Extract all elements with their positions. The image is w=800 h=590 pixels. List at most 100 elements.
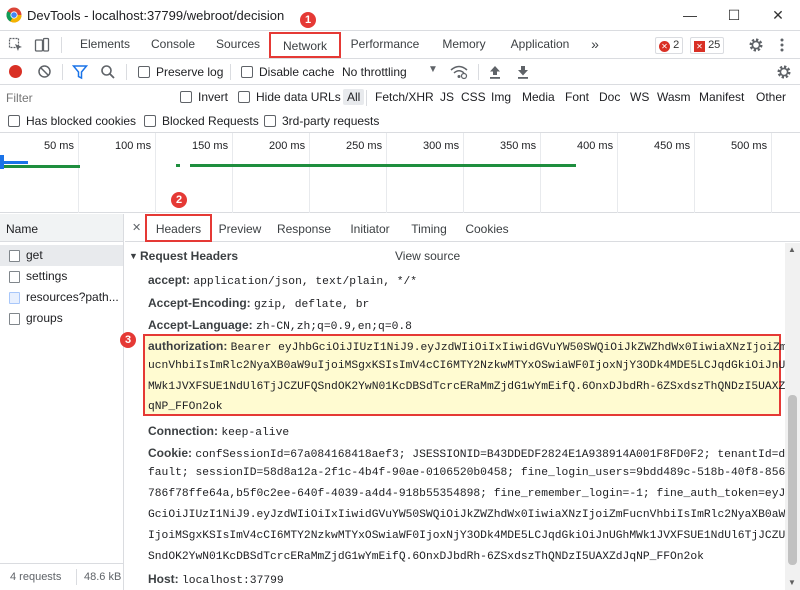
timeline-tick: 150 ms — [192, 140, 229, 152]
request-list-panel: Name get settings resources?path... grou… — [0, 214, 124, 590]
network-toolbar: Preserve log Disable cache No throttling… — [0, 59, 800, 85]
view-source-link[interactable]: View source — [395, 249, 460, 263]
preserve-log-checkbox[interactable] — [138, 66, 150, 78]
request-row-groups[interactable]: groups — [0, 308, 123, 329]
annotation-badge-1: 1 — [300, 12, 316, 28]
tab-elements[interactable]: Elements — [72, 31, 138, 58]
filter-type-all[interactable]: All — [343, 89, 365, 105]
timeline-gridline — [78, 133, 79, 213]
image-resource-icon — [9, 292, 20, 304]
clear-icon[interactable] — [37, 64, 52, 79]
has-blocked-cookies-checkbox[interactable] — [8, 115, 20, 127]
header-value: localhost:37799 — [182, 575, 284, 587]
network-overview-timeline[interactable]: 50 ms 100 ms 150 ms 200 ms 250 ms 300 ms… — [0, 133, 800, 213]
filter-type-img[interactable]: Img — [491, 90, 511, 104]
header-authorization: authorization: Bearer eyJhbGciOiJIUzI1Ni… — [148, 339, 785, 354]
blocked-requests-label: Blocked Requests — [162, 114, 259, 128]
header-connection: Connection: keep-alive — [148, 424, 289, 439]
tab-sources[interactable]: Sources — [208, 31, 268, 58]
tab-response[interactable]: Response — [275, 214, 333, 242]
document-icon — [9, 313, 20, 325]
throttling-select[interactable]: No throttling — [342, 65, 407, 79]
tab-performance[interactable]: Performance — [346, 31, 424, 58]
request-row-resources[interactable]: resources?path... — [0, 287, 123, 308]
record-icon[interactable] — [9, 65, 22, 78]
tab-cookies[interactable]: Cookies — [463, 214, 511, 242]
filter-type-css[interactable]: CSS — [461, 90, 486, 104]
blocked-requests-checkbox[interactable] — [144, 115, 156, 127]
filter-icon[interactable] — [72, 64, 88, 80]
filter-type-manifest[interactable]: Manifest — [699, 90, 744, 104]
header-value-continued: ucnVhbiIsImRlc2NyaXB0aW9uIjoiMSgxKSIsImV… — [148, 360, 785, 372]
invert-checkbox[interactable] — [180, 91, 192, 103]
annotation-badge-2: 2 — [171, 192, 187, 208]
third-party-checkbox[interactable] — [264, 115, 276, 127]
gear-icon[interactable] — [748, 37, 764, 53]
tab-memory[interactable]: Memory — [434, 31, 494, 58]
timeline-request-bar — [176, 164, 180, 167]
filter-type-wasm[interactable]: Wasm — [657, 90, 691, 104]
window-title: DevTools - localhost:37799/webroot/decis… — [27, 8, 285, 23]
filter-type-ws[interactable]: WS — [630, 90, 649, 104]
tab-console[interactable]: Console — [142, 31, 204, 58]
scroll-up-arrow-icon[interactable]: ▲ — [788, 245, 796, 254]
filter-type-js[interactable]: JS — [440, 90, 454, 104]
request-name: groups — [26, 311, 63, 325]
close-detail-icon[interactable]: ✕ — [132, 221, 141, 234]
kebab-menu-icon[interactable] — [774, 37, 790, 53]
tab-network[interactable]: Network — [269, 32, 341, 58]
toolbar-separator — [76, 569, 77, 585]
inspect-element-icon[interactable] — [8, 37, 24, 53]
network-conditions-icon[interactable] — [450, 64, 468, 80]
tab-headers[interactable]: Headers — [145, 214, 212, 242]
issue-flag-icon: ✕ — [694, 41, 705, 52]
chevron-down-icon[interactable]: ▼ — [428, 64, 438, 75]
tab-initiator[interactable]: Initiator — [345, 214, 395, 242]
search-icon[interactable] — [100, 64, 116, 80]
export-har-icon[interactable] — [516, 64, 530, 80]
header-name: authorization: — [148, 339, 228, 353]
warning-counter[interactable]: ✕ 25 — [690, 37, 725, 54]
import-har-icon[interactable] — [488, 64, 502, 80]
filter-type-other[interactable]: Other — [756, 90, 786, 104]
timeline-request-bar — [4, 165, 80, 168]
filter-type-media[interactable]: Media — [522, 90, 555, 104]
more-tabs-button[interactable]: » — [586, 31, 604, 58]
header-accept: accept: application/json, text/plain, */… — [148, 273, 417, 288]
hide-data-urls-label: Hide data URLs — [256, 90, 341, 104]
network-settings-gear-icon[interactable] — [776, 64, 792, 80]
tab-preview[interactable]: Preview — [215, 214, 265, 242]
maximize-button[interactable]: ☐ — [712, 0, 756, 30]
filter-type-fetch-xhr[interactable]: Fetch/XHR — [375, 90, 434, 104]
scrollbar-thumb[interactable] — [788, 395, 797, 565]
tab-application[interactable]: Application — [502, 31, 578, 58]
filter-type-doc[interactable]: Doc — [599, 90, 620, 104]
header-value-continued: qNP_FFOn2ok — [148, 401, 223, 413]
minimize-button[interactable]: — — [668, 0, 712, 30]
header-value-continued: 786f78ffe64a,b5f0c2ee-640f-4039-a4d4-918… — [148, 488, 785, 500]
hide-data-urls-checkbox[interactable] — [238, 91, 250, 103]
header-name: Cookie: — [148, 446, 193, 460]
request-row-get[interactable]: get — [0, 245, 123, 266]
tab-timing[interactable]: Timing — [407, 214, 451, 242]
device-toolbar-icon[interactable] — [34, 37, 50, 53]
header-host: Host: localhost:37799 — [148, 572, 284, 587]
scroll-down-arrow-icon[interactable]: ▼ — [788, 578, 796, 587]
request-row-settings[interactable]: settings — [0, 266, 123, 287]
request-headers-title[interactable]: Request Headers — [140, 249, 238, 263]
header-value: confSessionId=67a084168418aef3; JSESSION… — [195, 449, 785, 461]
timeline-tick: 500 ms — [731, 140, 768, 152]
error-counter[interactable]: ✕ 2 — [655, 37, 684, 54]
timeline-tick: 350 ms — [500, 140, 537, 152]
document-icon — [9, 250, 20, 262]
request-count: 4 requests — [10, 571, 62, 583]
third-party-label: 3rd-party requests — [282, 114, 380, 128]
filter-type-font[interactable]: Font — [565, 90, 589, 104]
disable-cache-checkbox[interactable] — [241, 66, 253, 78]
close-window-button[interactable]: ✕ — [756, 0, 800, 30]
request-summary-footer: 4 requests 48.6 kB — [0, 563, 123, 590]
name-column-header[interactable]: Name — [0, 214, 123, 242]
filter-input[interactable] — [0, 87, 168, 108]
collapse-triangle-icon[interactable]: ▼ — [129, 251, 138, 261]
chrome-logo-icon — [6, 7, 22, 23]
